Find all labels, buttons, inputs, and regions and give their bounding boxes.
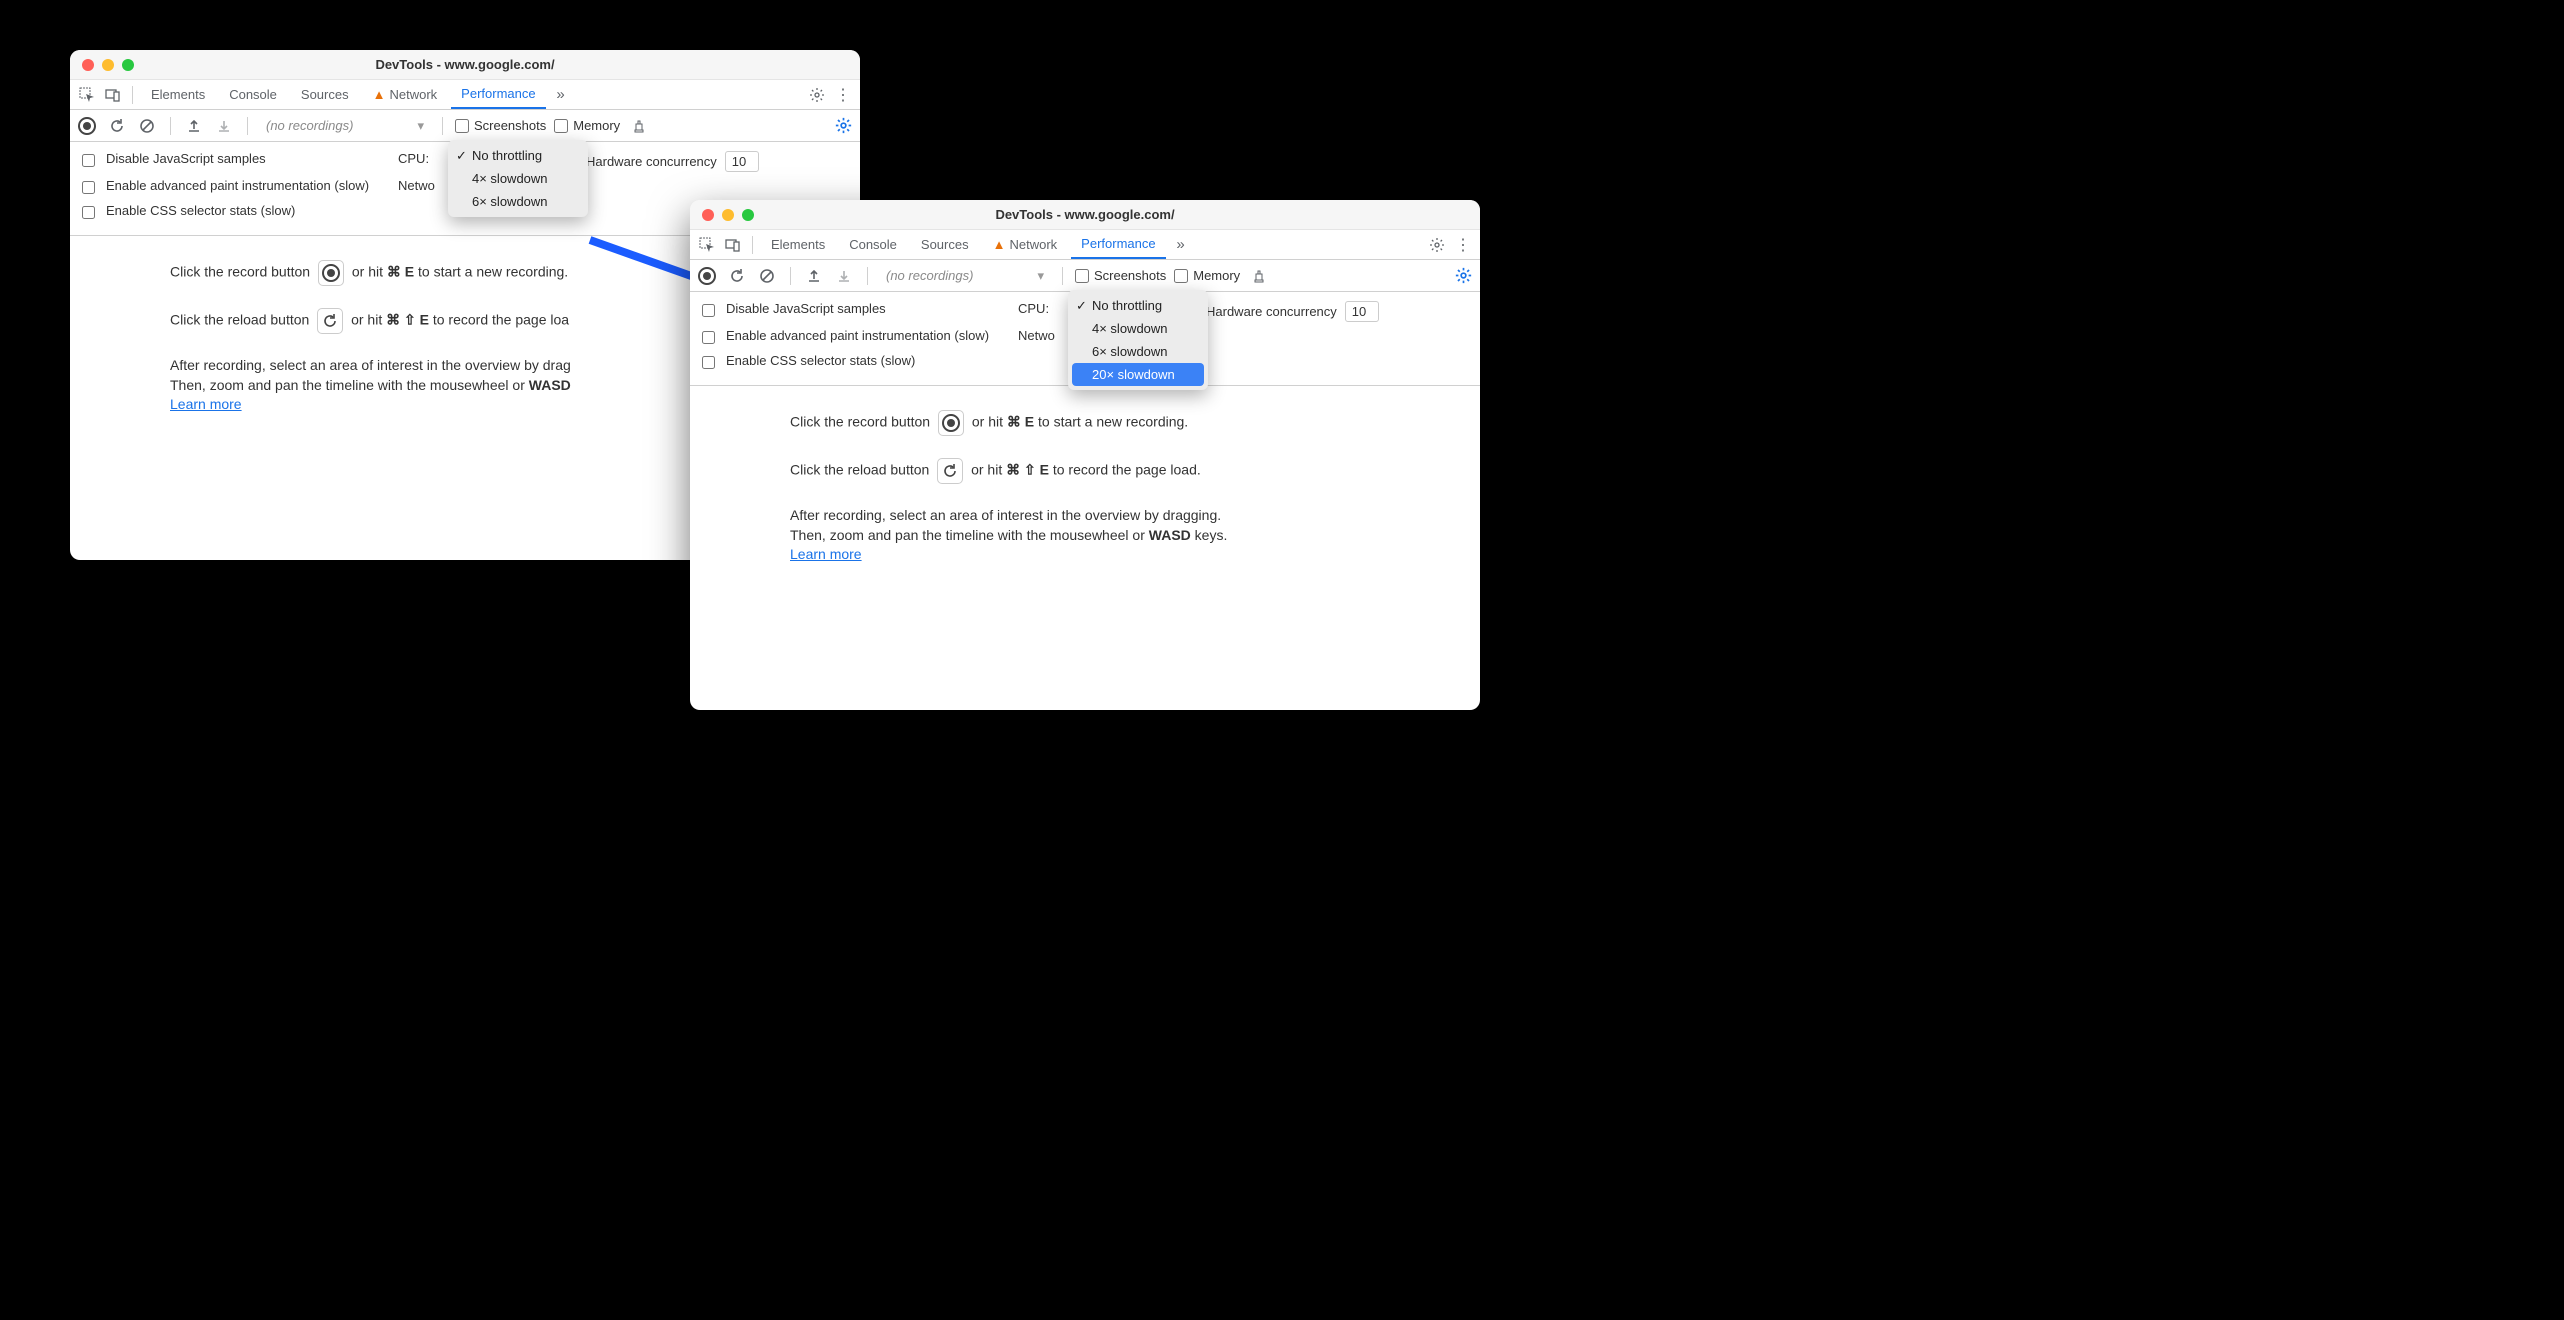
- performance-toolbar: (no recordings) ▾ Screenshots Memory: [690, 260, 1480, 292]
- download-profile-icon[interactable]: [833, 265, 855, 287]
- dropdown-item-20x[interactable]: 20× slowdown: [1072, 363, 1204, 386]
- main-tabbar: Elements Console Sources ▲Network Perfor…: [690, 230, 1480, 260]
- clear-button[interactable]: [136, 115, 158, 137]
- tab-network[interactable]: ▲Network: [363, 80, 448, 109]
- dropdown-item-no-throttling[interactable]: No throttling: [1068, 294, 1208, 317]
- device-toolbar-icon[interactable]: [102, 84, 124, 106]
- hardware-concurrency-label: Hardware concurrency: [586, 154, 717, 169]
- capture-settings-pane: Disable JavaScript samples CPU: Hardware…: [690, 292, 1480, 386]
- separator: [790, 267, 791, 285]
- window-title: DevTools - www.google.com/: [70, 57, 860, 72]
- record-button[interactable]: [76, 115, 98, 137]
- settings-gear-icon[interactable]: [806, 84, 828, 106]
- tab-elements[interactable]: Elements: [141, 80, 215, 109]
- record-button[interactable]: [696, 265, 718, 287]
- separator: [170, 117, 171, 135]
- tab-console[interactable]: Console: [839, 230, 907, 259]
- disable-js-samples-label: Disable JavaScript samples: [106, 151, 266, 167]
- recordings-select[interactable]: (no recordings) ▾: [260, 118, 430, 134]
- warning-icon: ▲: [993, 237, 1006, 252]
- upload-profile-icon[interactable]: [803, 265, 825, 287]
- collect-garbage-icon[interactable]: [1248, 265, 1270, 287]
- disable-js-samples-label: Disable JavaScript samples: [726, 301, 886, 317]
- learn-more-link[interactable]: Learn more: [170, 396, 242, 412]
- tab-sources[interactable]: Sources: [291, 80, 359, 109]
- enable-paint-instrumentation-checkbox[interactable]: [702, 331, 715, 344]
- cpu-throttle-dropdown: No throttling 4× slowdown 6× slowdown: [448, 140, 588, 217]
- network-throttle-label: Netwo: [398, 178, 435, 193]
- inspect-element-icon[interactable]: [76, 84, 98, 106]
- reload-button-inline-icon: [317, 308, 343, 334]
- cpu-throttle-label: CPU:: [1018, 301, 1049, 316]
- settings-gear-icon[interactable]: [1426, 234, 1448, 256]
- main-tabbar: Elements Console Sources ▲Network Perfor…: [70, 80, 860, 110]
- kebab-menu-icon[interactable]: ⋮: [832, 84, 854, 106]
- performance-toolbar: (no recordings) ▾ Screenshots Memory: [70, 110, 860, 142]
- enable-css-selector-stats-label: Enable CSS selector stats (slow): [726, 353, 915, 369]
- tab-elements[interactable]: Elements: [761, 230, 835, 259]
- warning-icon: ▲: [373, 87, 386, 102]
- memory-checkbox[interactable]: Memory: [554, 118, 620, 133]
- dropdown-item-6x[interactable]: 6× slowdown: [448, 190, 588, 213]
- screenshots-checkbox[interactable]: Screenshots: [455, 118, 546, 133]
- dropdown-item-4x[interactable]: 4× slowdown: [1068, 317, 1208, 340]
- titlebar: DevTools - www.google.com/: [690, 200, 1480, 230]
- dropdown-item-no-throttling[interactable]: No throttling: [448, 144, 588, 167]
- device-toolbar-icon[interactable]: [722, 234, 744, 256]
- caret-down-icon: ▾: [417, 118, 424, 134]
- tab-performance[interactable]: Performance: [1071, 230, 1165, 259]
- disable-js-samples-checkbox[interactable]: [702, 304, 715, 317]
- dropdown-item-4x[interactable]: 4× slowdown: [448, 167, 588, 190]
- enable-css-selector-stats-checkbox[interactable]: [702, 356, 715, 369]
- caret-down-icon: ▾: [1037, 268, 1044, 284]
- tab-performance[interactable]: Performance: [451, 80, 545, 109]
- record-button-inline-icon: [318, 260, 344, 286]
- separator: [132, 86, 133, 104]
- separator: [752, 236, 753, 254]
- clear-button[interactable]: [756, 265, 778, 287]
- reload-button-inline-icon: [937, 458, 963, 484]
- devtools-window-after: DevTools - www.google.com/ Elements Cons…: [690, 200, 1480, 710]
- titlebar: DevTools - www.google.com/: [70, 50, 860, 80]
- tab-sources[interactable]: Sources: [911, 230, 979, 259]
- enable-paint-instrumentation-label: Enable advanced paint instrumentation (s…: [726, 328, 989, 344]
- cpu-throttle-dropdown: No throttling 4× slowdown 6× slowdown 20…: [1068, 290, 1208, 390]
- more-tabs-icon[interactable]: »: [550, 84, 572, 106]
- more-tabs-icon[interactable]: »: [1170, 234, 1192, 256]
- capture-settings-gear-icon[interactable]: [832, 115, 854, 137]
- dropdown-item-6x[interactable]: 6× slowdown: [1068, 340, 1208, 363]
- capture-settings-gear-icon[interactable]: [1452, 265, 1474, 287]
- kebab-menu-icon[interactable]: ⋮: [1452, 234, 1474, 256]
- screenshots-checkbox[interactable]: Screenshots: [1075, 268, 1166, 283]
- hardware-concurrency-input[interactable]: 10: [1345, 301, 1379, 322]
- tab-console[interactable]: Console: [219, 80, 287, 109]
- enable-css-selector-stats-label: Enable CSS selector stats (slow): [106, 203, 295, 219]
- disable-js-samples-checkbox[interactable]: [82, 154, 95, 167]
- separator: [442, 117, 443, 135]
- recordings-select[interactable]: (no recordings) ▾: [880, 268, 1050, 284]
- separator: [867, 267, 868, 285]
- reload-button[interactable]: [106, 115, 128, 137]
- enable-css-selector-stats-checkbox[interactable]: [82, 206, 95, 219]
- enable-paint-instrumentation-label: Enable advanced paint instrumentation (s…: [106, 178, 369, 194]
- reload-button[interactable]: [726, 265, 748, 287]
- hardware-concurrency-label: Hardware concurrency: [1206, 304, 1337, 319]
- collect-garbage-icon[interactable]: [628, 115, 650, 137]
- upload-profile-icon[interactable]: [183, 115, 205, 137]
- enable-paint-instrumentation-checkbox[interactable]: [82, 181, 95, 194]
- empty-state-body: Click the record button or hit ⌘ E to st…: [690, 386, 1480, 579]
- download-profile-icon[interactable]: [213, 115, 235, 137]
- separator: [1062, 267, 1063, 285]
- cpu-throttle-label: CPU:: [398, 151, 429, 166]
- record-button-inline-icon: [938, 410, 964, 436]
- window-title: DevTools - www.google.com/: [690, 207, 1480, 222]
- network-throttle-label: Netwo: [1018, 328, 1055, 343]
- separator: [247, 117, 248, 135]
- hardware-concurrency-input[interactable]: 10: [725, 151, 759, 172]
- tab-network[interactable]: ▲Network: [983, 230, 1068, 259]
- memory-checkbox[interactable]: Memory: [1174, 268, 1240, 283]
- inspect-element-icon[interactable]: [696, 234, 718, 256]
- learn-more-link[interactable]: Learn more: [790, 546, 862, 562]
